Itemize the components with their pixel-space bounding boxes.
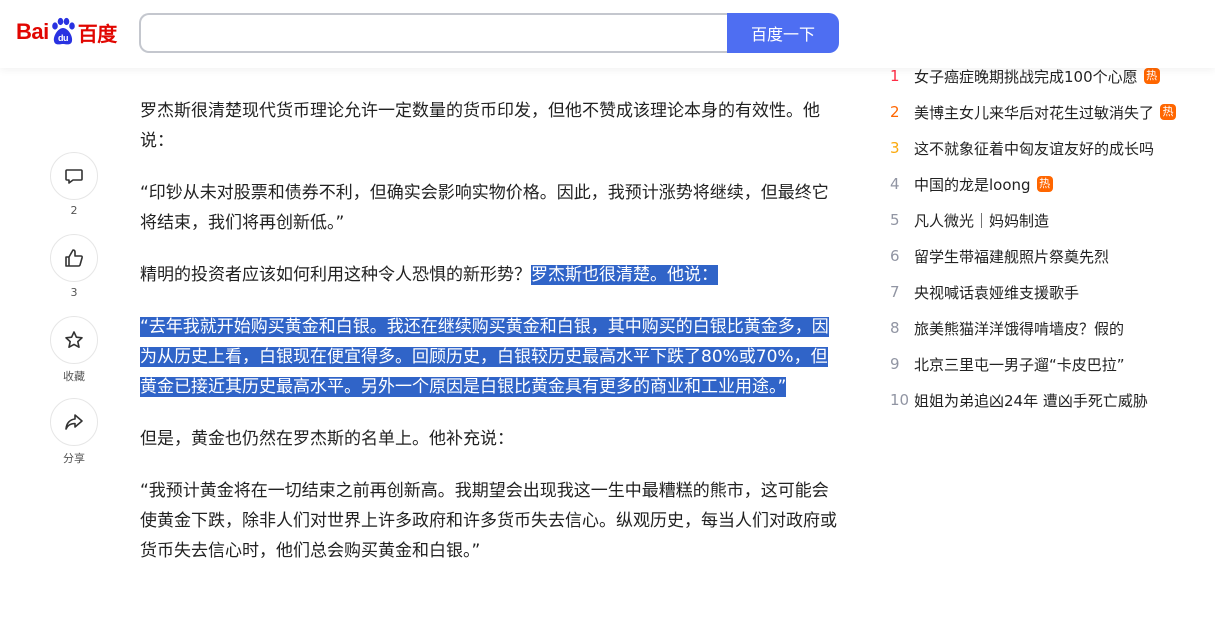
favorite-action: 收藏 bbox=[49, 316, 99, 398]
hot-search-item[interactable]: 5 凡人微光｜妈妈制造 bbox=[890, 202, 1210, 238]
hot-title: 姐姐为弟追凶24年 遭凶手死亡威胁 bbox=[914, 391, 1148, 410]
hot-search-item[interactable]: 7 央视喊话袁娅维支援歌手 bbox=[890, 274, 1210, 310]
logo-chinese: 百度 bbox=[77, 23, 118, 46]
hot-title: 留学生带福建舰照片祭奠先烈 bbox=[914, 247, 1110, 266]
search-button[interactable]: 百度一下 bbox=[727, 13, 839, 53]
hot-title: 凡人微光｜妈妈制造 bbox=[914, 211, 1050, 230]
hot-rank: 9 bbox=[890, 355, 900, 373]
hot-title: 央视喊话袁娅维支援歌手 bbox=[914, 283, 1080, 302]
article-paragraph: “去年我就开始购买黄金和白银。我还在继续购买黄金和白银，其中购买的白银比黄金多，… bbox=[140, 312, 840, 402]
star-icon bbox=[65, 331, 83, 348]
hot-rank: 5 bbox=[890, 211, 900, 229]
hot-badge: 热 bbox=[1160, 104, 1177, 120]
hot-title: 中国的龙是loong bbox=[914, 175, 1031, 194]
hot-rank: 1 bbox=[890, 67, 900, 85]
hot-search-item[interactable]: 2 美博主女儿来华后对花生过敏消失了热 bbox=[890, 94, 1210, 130]
comment-button[interactable] bbox=[50, 152, 98, 200]
hot-title: 这不就象征着中匈友谊友好的成长吗 bbox=[914, 139, 1155, 158]
hot-title: 旅美熊猫洋洋饿得啃墙皮？假的 bbox=[914, 319, 1125, 338]
article-paragraph: 精明的投资者应该如何利用这种令人恐惧的新形势？罗杰斯也很清楚。他说： bbox=[140, 260, 840, 290]
hot-search-item[interactable]: 4 中国的龙是loong 热 bbox=[890, 166, 1210, 202]
article-paragraph: “印钞从未对股票和债券不利，但确实会影响实物价格。因此，我预计涨势将继续，但最终… bbox=[140, 183, 829, 233]
hot-search-item[interactable]: 10 姐姐为弟追凶24年 遭凶手死亡威胁 bbox=[890, 382, 1210, 418]
comment-icon bbox=[65, 169, 83, 184]
share-icon bbox=[65, 414, 83, 430]
logo-latin: Bai bbox=[16, 19, 49, 44]
paragraph-text: 精明的投资者应该如何利用这种令人恐惧的新形势？ bbox=[140, 265, 531, 285]
hot-search-item[interactable]: 3 这不就象征着中匈友谊友好的成长吗 bbox=[890, 130, 1210, 166]
like-count: 3 bbox=[70, 286, 78, 299]
search-input[interactable] bbox=[139, 13, 729, 53]
paw-text: du bbox=[58, 33, 68, 43]
hot-search-item[interactable]: 9 北京三里屯一男子遛“卡皮巴拉” bbox=[890, 346, 1210, 382]
article-paragraph: 但是，黄金也仍然在罗杰斯的名单上。他补充说： bbox=[140, 429, 514, 449]
thumbs-up-icon bbox=[65, 249, 83, 267]
share-button[interactable] bbox=[50, 398, 98, 446]
top-header: Bai du 百度 百度一下 bbox=[0, 0, 1215, 68]
share-action: 分享 bbox=[49, 398, 99, 480]
selected-text: “去年我就开始购买黄金和白银。我还在继续购买黄金和白银，其中购买的白银比黄金多，… bbox=[140, 317, 829, 397]
hot-badge: 热 bbox=[1036, 176, 1053, 192]
comment-count: 2 bbox=[70, 204, 78, 217]
article-paragraph: “我预计黄金将在一切结束之前再创新高。我期望会出现我这一生中最糟糕的熊市，这可能… bbox=[140, 481, 837, 561]
selected-text: 罗杰斯也很清楚。他说： bbox=[531, 265, 718, 285]
hot-rank: 3 bbox=[890, 139, 900, 157]
article-body: 罗杰斯很清楚现代货币理论允许一定数量的货币印发，但他不赞成该理论本身的有效性。他… bbox=[140, 96, 840, 588]
hot-search-item[interactable]: 8 旅美熊猫洋洋饿得啃墙皮？假的 bbox=[890, 310, 1210, 346]
hot-rank: 10 bbox=[890, 391, 910, 409]
article-action-bar: 2 3 收藏 分享 bbox=[49, 152, 99, 480]
hot-title: 女子癌症晚期挑战完成100个心愿 bbox=[914, 67, 1138, 86]
like-button[interactable] bbox=[50, 234, 98, 282]
hot-badge: 热 bbox=[1143, 68, 1160, 84]
favorite-button[interactable] bbox=[50, 316, 98, 364]
hot-title: 美博主女儿来华后对花生过敏消失了 bbox=[914, 103, 1155, 122]
favorite-label: 收藏 bbox=[63, 370, 85, 383]
article-paragraph: 罗杰斯很清楚现代货币理论允许一定数量的货币印发，但他不赞成该理论本身的有效性。他… bbox=[140, 101, 820, 151]
hot-rank: 7 bbox=[890, 283, 900, 301]
hot-rank: 2 bbox=[890, 103, 900, 121]
hot-rank: 4 bbox=[890, 175, 900, 193]
paw-icon: du bbox=[50, 17, 76, 47]
comment-action: 2 bbox=[49, 152, 99, 234]
hot-search-item[interactable]: 6 留学生带福建舰照片祭奠先烈 bbox=[890, 238, 1210, 274]
hot-rank: 6 bbox=[890, 247, 900, 265]
baidu-logo[interactable]: Bai du 百度 bbox=[16, 14, 117, 50]
hot-title: 北京三里屯一男子遛“卡皮巴拉” bbox=[914, 355, 1125, 374]
share-label: 分享 bbox=[63, 452, 85, 465]
like-action: 3 bbox=[49, 234, 99, 316]
hot-rank: 8 bbox=[890, 319, 900, 337]
hot-search-list: 1 女子癌症晚期挑战完成100个心愿热 2 美博主女儿来华后对花生过敏消失了热 3 这不就… bbox=[890, 58, 1210, 418]
